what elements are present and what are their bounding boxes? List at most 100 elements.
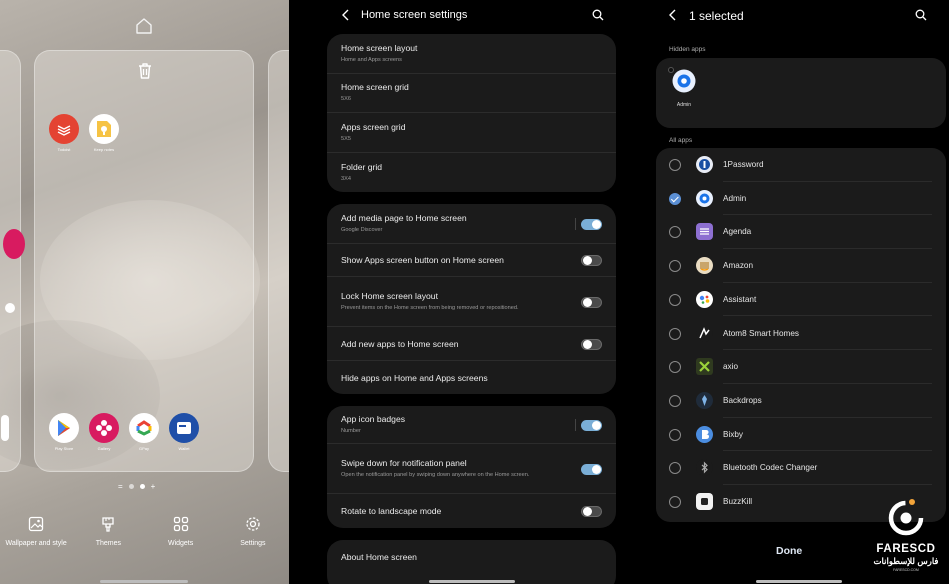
app-gallery[interactable]: Gallery [87, 413, 121, 451]
buzzkill-icon [696, 493, 713, 510]
add-new-apps-toggle[interactable] [581, 338, 602, 350]
all-apps-label: All apps [669, 137, 693, 144]
wallpaper-and-style-button[interactable]: Wallpaper and style [0, 516, 72, 547]
home-page-card-right[interactable] [268, 50, 289, 472]
list-item[interactable]: Admin [656, 182, 946, 216]
search-icon[interactable] [592, 9, 604, 21]
gesture-bar[interactable] [429, 580, 515, 583]
themes-button[interactable]: Themes [72, 516, 144, 547]
back-arrow-icon[interactable] [341, 9, 351, 21]
gesture-bar[interactable] [100, 580, 188, 583]
setting-home-screen-layout[interactable]: Home screen layout Home and Apps screens [327, 34, 616, 74]
list-item[interactable]: Agenda [656, 215, 946, 250]
search-icon[interactable] [915, 9, 927, 21]
gpay-icon [129, 413, 159, 443]
setting-hide-apps[interactable]: Hide apps on Home and Apps screens [327, 361, 616, 394]
checkbox[interactable] [669, 428, 681, 441]
done-button[interactable]: Done [776, 545, 802, 557]
checkbox-checked[interactable] [669, 192, 681, 205]
bluetooth-icon [696, 459, 713, 477]
setting-show-apps-button[interactable]: Show Apps screen button on Home screen [327, 244, 616, 277]
app-gpay[interactable]: GPay [127, 413, 161, 451]
page-indicator: = + [118, 482, 155, 491]
list-item[interactable]: Amazon [656, 249, 946, 283]
setting-folder-grid[interactable]: Folder grid 3X4 [327, 153, 616, 193]
app-todoist[interactable]: Todoist [47, 114, 81, 152]
setting-apps-screen-grid[interactable]: Apps screen grid 5X5 [327, 113, 616, 153]
add-page-icon[interactable]: + [151, 482, 156, 491]
lock-layout-toggle[interactable] [581, 296, 602, 308]
checkbox[interactable] [669, 159, 681, 171]
setting-add-new-apps[interactable]: Add new apps to Home screen [327, 327, 616, 361]
widgets-button[interactable]: Widgets [145, 516, 217, 547]
page-title: Home screen settings [361, 9, 468, 21]
edit-toolbar: Wallpaper and style Themes Widgets Setti… [0, 516, 289, 547]
settings-group-layout: Home screen layout Home and Apps screens… [327, 34, 616, 192]
bixby-icon [696, 425, 713, 443]
app-play-store[interactable]: Play Store [47, 413, 81, 451]
home-page-card-left[interactable] [0, 50, 25, 472]
play-store-icon [49, 413, 79, 443]
setting-swipe-down-notification[interactable]: Swipe down for notification panel Open t… [327, 444, 616, 494]
partial-app-icon [3, 229, 25, 259]
settings-button[interactable]: Settings [217, 516, 289, 547]
home-edit-panel: Todoist Keep notes Play Store Gallery GP… [0, 0, 289, 584]
remove-badge-icon[interactable] [668, 67, 674, 73]
hidden-app-admin[interactable]: Admin [671, 69, 697, 108]
setting-add-media-page[interactable]: Add media page to Home screen Google Dis… [327, 204, 616, 244]
setting-home-screen-grid[interactable]: Home screen grid 5X6 [327, 74, 616, 113]
axio-icon [696, 358, 713, 376]
checkbox[interactable] [669, 462, 681, 475]
list-item[interactable]: Backdrops [656, 384, 946, 418]
backdrops-icon [696, 391, 713, 409]
watermark-logo: FARESCD فارس للإسطوانات FARESCD.COM [864, 496, 948, 580]
hidden-apps-label: Hidden apps [669, 46, 706, 53]
home-icon[interactable] [134, 16, 154, 36]
agenda-icon [696, 223, 713, 241]
widgets-icon [173, 516, 188, 532]
page-dot-active[interactable] [139, 484, 145, 489]
gesture-bar[interactable] [756, 580, 842, 583]
list-item[interactable]: axio [656, 350, 946, 384]
checkbox[interactable] [669, 394, 681, 407]
setting-rotate-landscape[interactable]: Rotate to landscape mode [327, 494, 616, 528]
all-apps-list: 1Password Admin Agenda Amazon Assistant [656, 148, 946, 522]
checkbox[interactable] [669, 496, 681, 508]
home-page-card-current[interactable]: Todoist Keep notes Play Store Gallery GP… [34, 50, 254, 472]
settings-group-behaviour: Add media page to Home screen Google Dis… [327, 204, 616, 394]
settings-header: Home screen settings [289, 0, 616, 32]
hidden-apps-section: Admin [656, 58, 946, 128]
gallery-icon [89, 413, 119, 443]
checkbox[interactable] [669, 327, 681, 340]
app-keep-notes[interactable]: Keep notes [87, 114, 121, 152]
farescd-logo-icon [888, 499, 924, 536]
list-item[interactable]: Bixby [656, 418, 946, 452]
swipe-down-toggle[interactable] [581, 463, 602, 475]
selection-count-title: 1 selected [689, 9, 744, 23]
checkbox[interactable] [669, 260, 681, 273]
back-arrow-icon[interactable] [668, 9, 678, 21]
wallpaper-icon [28, 516, 44, 532]
rotate-toggle[interactable] [581, 506, 602, 517]
checkbox[interactable] [669, 226, 681, 239]
admin-icon [672, 69, 696, 93]
page-dot[interactable] [128, 484, 134, 489]
list-item[interactable]: 1Password [656, 148, 946, 182]
trash-icon[interactable] [135, 61, 155, 81]
wallet-icon [169, 413, 199, 443]
checkbox[interactable] [669, 361, 681, 374]
partial-app-icon [5, 303, 15, 313]
badges-toggle[interactable] [581, 419, 602, 431]
apps-button-toggle[interactable] [581, 255, 602, 266]
setting-about-home-screen[interactable]: About Home screen [327, 540, 616, 574]
settings-group-about: About Home screen [327, 540, 616, 584]
media-page-toggle[interactable] [581, 218, 602, 230]
app-wallet[interactable]: Wallet [167, 413, 201, 451]
checkbox[interactable] [669, 293, 681, 306]
list-item[interactable]: Bluetooth Codec Changer [656, 451, 946, 485]
setting-lock-layout[interactable]: Lock Home screen layout Prevent items on… [327, 277, 616, 327]
list-item[interactable]: Atom8 Smart Homes [656, 317, 946, 351]
list-item[interactable]: Assistant [656, 283, 946, 317]
themes-icon [102, 517, 115, 532]
setting-app-icon-badges[interactable]: App icon badges Number [327, 406, 616, 444]
